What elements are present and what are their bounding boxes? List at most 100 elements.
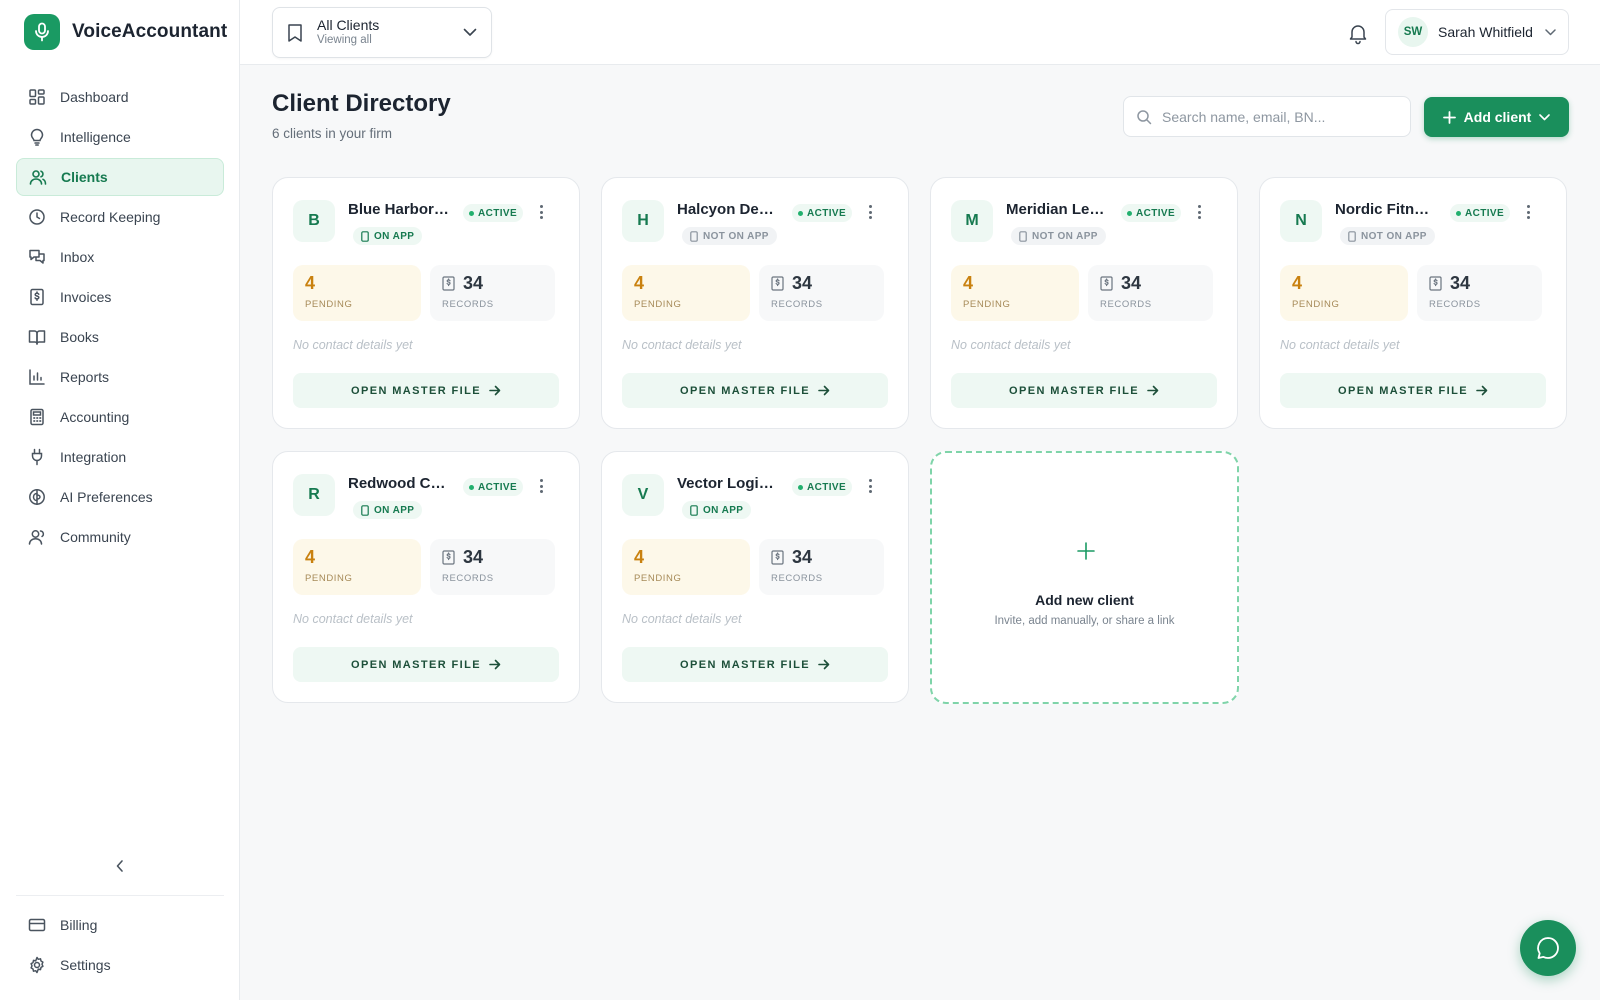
client-name[interactable]: Vector Logist... xyxy=(677,475,779,492)
sidebar-item-label: Intelligence xyxy=(60,129,131,145)
sidebar-item-label: Billing xyxy=(60,917,98,933)
open-master-file-label: OPEN MASTER FILE xyxy=(680,384,810,397)
client-switcher-title: All Clients xyxy=(317,17,380,34)
avatar: SW xyxy=(1398,17,1428,47)
client-menu-button[interactable] xyxy=(1194,202,1204,222)
client-name[interactable]: Redwood Co... xyxy=(348,475,450,492)
records-stat: 34 RECORDS xyxy=(1417,265,1542,321)
ai-brain-icon xyxy=(29,489,45,505)
arrow-right-icon xyxy=(489,385,501,396)
client-card: H Halcyon Desi... ACTIVE NOT ON APP 4 PE… xyxy=(601,177,909,429)
sidebar-item-ai-preferences[interactable]: AI Preferences xyxy=(16,478,224,516)
client-menu-button[interactable] xyxy=(865,202,875,222)
contact-details-empty: No contact details yet xyxy=(293,338,413,352)
contact-details-empty: No contact details yet xyxy=(622,612,742,626)
sidebar-item-reports[interactable]: Reports xyxy=(16,358,224,396)
kebab-dot-icon xyxy=(1526,205,1530,208)
open-master-file-button[interactable]: OPEN MASTER FILE xyxy=(951,373,1217,408)
sidebar-item-intelligence[interactable]: Intelligence xyxy=(16,118,224,156)
sidebar: VoiceAccountant Dashboard Intelligence C… xyxy=(0,0,240,1000)
add-new-client-card[interactable]: Add new client Invite, add manually, or … xyxy=(930,451,1239,704)
open-master-file-label: OPEN MASTER FILE xyxy=(680,658,810,671)
client-switcher-subtitle: Viewing all xyxy=(317,33,372,46)
kebab-dot-icon xyxy=(539,484,543,488)
sidebar-item-billing[interactable]: Billing xyxy=(16,906,224,944)
client-card: R Redwood Co... ACTIVE ON APP 4 PENDING … xyxy=(272,451,580,703)
contact-details-empty: No contact details yet xyxy=(1280,338,1400,352)
dollar-document-icon xyxy=(771,550,784,565)
sidebar-item-accounting[interactable]: Accounting xyxy=(16,398,224,436)
user-menu[interactable]: SW Sarah Whitfield xyxy=(1385,9,1569,55)
pending-stat: 4 PENDING xyxy=(293,265,421,321)
app-status-label: ON APP xyxy=(374,230,415,242)
pending-count: 4 xyxy=(634,273,645,293)
records-count: 34 xyxy=(792,547,813,567)
sidebar-item-books[interactable]: Books xyxy=(16,318,224,356)
phone-icon xyxy=(690,230,698,242)
dollar-document-icon xyxy=(442,550,455,565)
client-name[interactable]: Meridian Legal xyxy=(1006,201,1108,218)
client-avatar: R xyxy=(293,474,335,516)
open-master-file-button[interactable]: OPEN MASTER FILE xyxy=(293,373,559,408)
arrow-right-icon xyxy=(818,385,830,396)
client-menu-button[interactable] xyxy=(1523,202,1533,222)
sidebar-item-label: Clients xyxy=(61,169,108,185)
kebab-dot-icon xyxy=(1197,210,1201,214)
sidebar-item-settings[interactable]: Settings xyxy=(16,946,224,984)
client-name[interactable]: Halcyon Desi... xyxy=(677,201,779,218)
user-name: Sarah Whitfield xyxy=(1438,24,1533,40)
open-master-file-button[interactable]: OPEN MASTER FILE xyxy=(622,373,888,408)
status-badge: ACTIVE xyxy=(792,204,853,222)
open-master-file-label: OPEN MASTER FILE xyxy=(351,384,481,397)
search-input[interactable] xyxy=(1162,108,1402,125)
clock-icon xyxy=(29,209,45,225)
sidebar-item-invoices[interactable]: Invoices xyxy=(16,278,224,316)
sidebar-item-inbox[interactable]: Inbox xyxy=(16,238,224,276)
notifications-button[interactable] xyxy=(1346,21,1370,45)
client-menu-button[interactable] xyxy=(536,202,546,222)
sidebar-item-community[interactable]: Community xyxy=(16,518,224,556)
plus-icon xyxy=(1077,542,1095,560)
pending-count: 4 xyxy=(634,547,645,567)
pending-stat: 4 PENDING xyxy=(1280,265,1408,321)
client-menu-button[interactable] xyxy=(865,476,875,496)
sidebar-item-label: Integration xyxy=(60,449,127,465)
sidebar-item-dashboard[interactable]: Dashboard xyxy=(16,78,224,116)
sidebar-item-integration[interactable]: Integration xyxy=(16,438,224,476)
search-icon xyxy=(1137,109,1152,124)
status-badge: ACTIVE xyxy=(463,204,524,222)
client-name[interactable]: Blue Harbor ... xyxy=(348,201,450,218)
app-status-badge: ON APP xyxy=(353,227,423,245)
bar-chart-icon xyxy=(29,369,45,385)
collapse-sidebar-button[interactable] xyxy=(110,856,130,876)
open-master-file-button[interactable]: OPEN MASTER FILE xyxy=(622,647,888,682)
client-card: M Meridian Legal ACTIVE NOT ON APP 4 PEN… xyxy=(930,177,1238,429)
sidebar-item-label: Inbox xyxy=(60,249,95,265)
pending-label: PENDING xyxy=(1292,299,1340,310)
arrow-right-icon xyxy=(1147,385,1159,396)
chat-bubble-icon xyxy=(1537,937,1559,959)
sidebar-item-clients[interactable]: Clients xyxy=(16,158,224,196)
records-label: RECORDS xyxy=(771,299,823,310)
chat-bubbles-icon xyxy=(29,249,45,264)
calculator-icon xyxy=(30,408,44,426)
sidebar-item-record-keeping[interactable]: Record Keeping xyxy=(16,198,224,236)
client-switcher[interactable]: All Clients Viewing all xyxy=(272,7,492,58)
gear-icon xyxy=(30,956,44,974)
lightbulb-icon xyxy=(30,128,44,146)
app-status-badge: ON APP xyxy=(682,501,752,519)
kebab-dot-icon xyxy=(539,216,543,219)
chat-button[interactable] xyxy=(1520,920,1576,976)
add-client-button[interactable]: Add client xyxy=(1424,97,1569,137)
sidebar-item-label: AI Preferences xyxy=(60,489,153,505)
open-master-file-button[interactable]: OPEN MASTER FILE xyxy=(1280,373,1546,408)
brand[interactable]: VoiceAccountant xyxy=(24,14,227,50)
client-menu-button[interactable] xyxy=(536,476,546,496)
open-master-file-button[interactable]: OPEN MASTER FILE xyxy=(293,647,559,682)
client-name[interactable]: Nordic Fitnes... xyxy=(1335,201,1437,218)
sidebar-item-label: Books xyxy=(60,329,99,345)
kebab-dot-icon xyxy=(539,490,543,493)
pending-count: 4 xyxy=(1292,273,1303,293)
client-switcher-text: All Clients Viewing all xyxy=(317,18,449,46)
kebab-dot-icon xyxy=(868,205,872,208)
